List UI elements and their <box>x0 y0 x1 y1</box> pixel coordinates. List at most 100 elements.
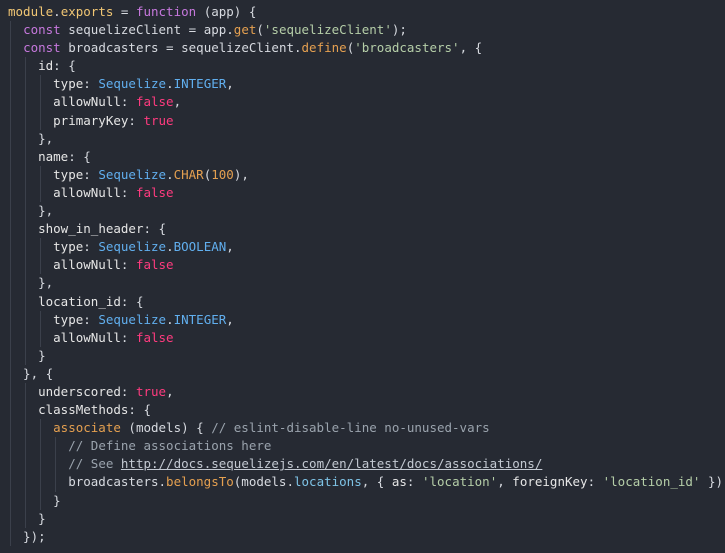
code-line[interactable]: allowNull: false <box>0 183 725 203</box>
code-token: : <box>120 257 136 273</box>
code-line[interactable]: const sequelizeClient = app.get('sequeli… <box>0 21 725 40</box>
indent-guide <box>10 147 11 166</box>
indent-guide <box>40 256 42 275</box>
code-token: show_in_header <box>38 221 144 237</box>
indent-guide <box>10 437 11 456</box>
indent-guide <box>10 455 11 474</box>
code-token: , <box>497 474 513 490</box>
code-line[interactable]: }, <box>0 202 725 221</box>
indent-guide <box>40 437 42 456</box>
code-line[interactable]: }, { <box>0 364 725 383</box>
code-token: 'broadcasters' <box>354 40 460 56</box>
code-line[interactable]: } <box>0 491 725 510</box>
indent-guide <box>10 310 11 329</box>
code-line[interactable]: module.exports = function (app) { <box>0 3 725 21</box>
code-line[interactable]: show_in_header: { <box>0 220 725 239</box>
code-token: . <box>53 4 61 19</box>
code-line[interactable]: type: Sequelize.BOOLEAN, <box>0 238 725 257</box>
code-token: , <box>226 76 234 92</box>
code-token: exports <box>60 4 114 19</box>
code-token: } <box>8 347 46 363</box>
code-token: Sequelize <box>98 239 167 255</box>
code-token: : { <box>128 402 151 418</box>
indent-guide <box>10 220 11 239</box>
indent-guide <box>40 419 42 438</box>
code-token: }, <box>8 203 54 219</box>
code-token: locations <box>294 474 362 490</box>
code-token: true <box>135 383 167 399</box>
code-line[interactable]: broadcasters.belongsTo(models.locations,… <box>0 473 725 492</box>
code-token: false <box>135 329 174 345</box>
code-token: }); <box>707 474 725 490</box>
indent-guide <box>10 129 11 148</box>
code-line[interactable]: type: Sequelize.INTEGER, <box>0 310 725 329</box>
code-token: false <box>135 184 174 200</box>
indent-guide <box>40 165 42 184</box>
indent-guide <box>40 310 42 329</box>
code-line[interactable]: } <box>0 346 725 365</box>
code-line[interactable]: name: { <box>0 147 725 166</box>
code-line[interactable]: } <box>0 509 725 528</box>
code-editor[interactable]: module.exports = function (app) { const … <box>0 0 725 553</box>
code-token: }, <box>8 130 54 146</box>
code-line[interactable]: underscored: true, <box>0 382 725 402</box>
code-token: , { <box>361 474 392 490</box>
code-token: , <box>226 239 234 255</box>
code-token: BOOLEAN <box>173 239 227 255</box>
code-line[interactable]: }, <box>0 274 725 293</box>
indent-guide <box>25 57 27 76</box>
code-token: . <box>166 311 174 327</box>
code-token: false <box>135 257 174 273</box>
indent-guide <box>10 202 11 221</box>
code-token: type <box>53 311 84 327</box>
code-line[interactable]: const broadcasters = sequelizeClient.def… <box>0 39 725 58</box>
code-token: . <box>166 76 174 92</box>
code-line[interactable]: allowNull: false, <box>0 93 725 112</box>
code-line[interactable]: id: { <box>0 57 725 76</box>
code-line[interactable]: allowNull: false <box>0 328 725 347</box>
code-line[interactable]: type: Sequelize.CHAR(100), <box>0 165 725 184</box>
code-token: : <box>120 383 136 399</box>
indent-guide <box>25 274 27 293</box>
code-line[interactable]: type: Sequelize.INTEGER, <box>0 75 725 94</box>
indent-guide <box>25 220 27 239</box>
code-line[interactable]: associate (models) { // eslint-disable-l… <box>0 419 725 438</box>
indent-guide <box>25 93 27 112</box>
code-token: INTEGER <box>173 311 227 327</box>
code-line[interactable]: // Define associations here <box>0 437 725 456</box>
indent-guide <box>10 473 11 492</box>
indent-guide <box>40 328 42 347</box>
indent-guide <box>10 274 11 293</box>
code-token: } <box>8 492 61 508</box>
code-token: : <box>120 94 136 110</box>
code-token: underscored <box>38 383 121 399</box>
code-token: : <box>120 329 136 345</box>
code-line[interactable]: }); <box>0 527 725 546</box>
indent-guide <box>40 183 42 203</box>
code-token: ( <box>256 22 264 38</box>
indent-guide <box>55 473 57 492</box>
code-token: : <box>128 112 144 128</box>
code-line[interactable]: location_id: { <box>0 292 725 311</box>
code-token: associate <box>53 420 121 436</box>
code-line[interactable]: primaryKey: true <box>0 111 725 130</box>
code-line[interactable]: allowNull: false <box>0 256 725 275</box>
code-line[interactable]: classMethods: { <box>0 401 725 420</box>
code-token[interactable]: http://docs.sequelizejs.com/en/latest/do… <box>121 456 542 471</box>
code-line[interactable]: // See http://docs.sequelizejs.com/en/la… <box>0 455 725 474</box>
code-token: foreignKey <box>512 474 588 490</box>
code-line[interactable]: }, <box>0 129 725 148</box>
indent-guide <box>25 455 27 474</box>
code-token: INTEGER <box>173 76 227 92</box>
indent-guide <box>10 111 11 130</box>
indent-guide <box>25 437 27 456</box>
